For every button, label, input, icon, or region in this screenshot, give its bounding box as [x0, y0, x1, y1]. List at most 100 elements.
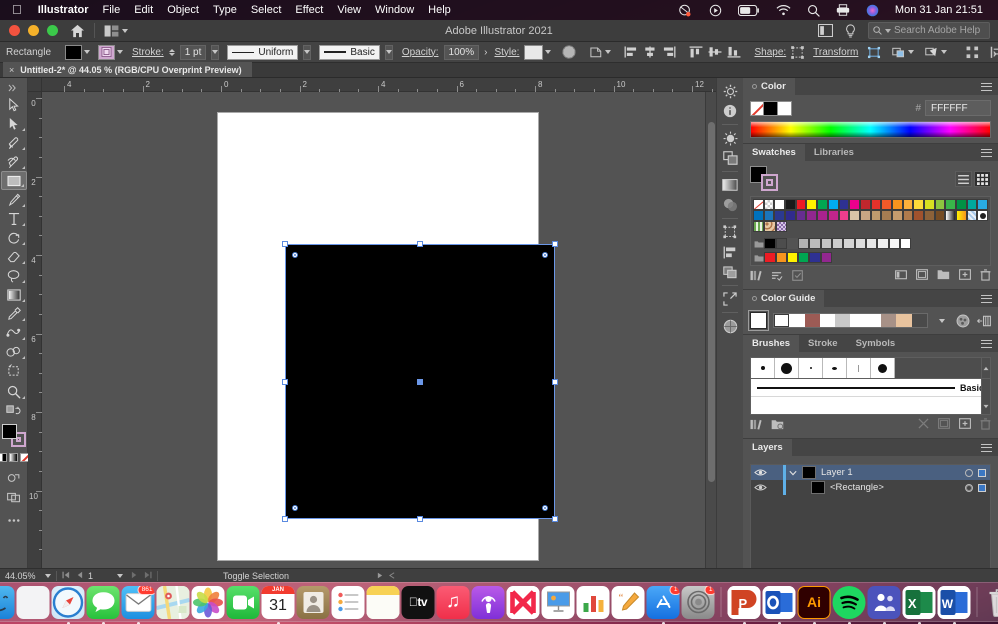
remove-brush-link-icon[interactable]	[918, 418, 929, 433]
dock-item-launchpad[interactable]	[17, 586, 50, 619]
color-spectrum-ramp[interactable]	[750, 121, 991, 138]
style-thumbnail[interactable]	[524, 45, 543, 60]
swatch-color[interactable]	[881, 199, 892, 210]
dock-item-excel[interactable]: X	[903, 586, 936, 619]
color-guide-harmony-strip[interactable]	[773, 313, 928, 328]
tab-stroke[interactable]: Stroke	[799, 335, 847, 352]
fill-color-swatch[interactable]	[2, 424, 17, 439]
tool-slice[interactable]	[1, 382, 27, 401]
artboards-panel-icon[interactable]	[719, 289, 741, 309]
edit-colors-icon[interactable]	[955, 313, 970, 328]
color-panel-icon[interactable]	[719, 128, 741, 148]
close-window-button[interactable]	[9, 25, 20, 36]
new-swatch-icon[interactable]	[959, 269, 971, 284]
tab-libraries[interactable]: Libraries	[805, 144, 863, 161]
swatch-color[interactable]	[796, 210, 807, 221]
chevron-down-icon[interactable]	[605, 50, 611, 54]
selection-handle[interactable]	[282, 379, 288, 385]
menu-item-help[interactable]: Help	[421, 0, 458, 20]
color-mode-icon[interactable]	[0, 453, 7, 462]
tool-selection[interactable]	[1, 95, 27, 114]
status-menu-icon[interactable]	[377, 571, 383, 581]
white-swatch[interactable]	[777, 101, 792, 116]
list-view-icon[interactable]	[955, 171, 972, 187]
tool-eyedropper[interactable]	[1, 304, 27, 323]
tool-type[interactable]	[1, 209, 27, 228]
hex-value-field[interactable]: FFFFFF	[925, 100, 991, 116]
dock-item-keynote[interactable]	[542, 586, 575, 619]
control-center-icon[interactable]	[701, 4, 730, 17]
chevron-down-icon[interactable]	[84, 50, 90, 54]
brush-preset[interactable]	[823, 358, 847, 378]
folder-icon[interactable]	[753, 252, 764, 263]
swatch-color[interactable]	[924, 210, 935, 221]
swatch-options-icon[interactable]	[792, 270, 804, 284]
brush-definition-field[interactable]: Basic	[319, 45, 379, 60]
dock-item-finder[interactable]	[0, 586, 15, 619]
artboard-navigation-next[interactable]	[131, 571, 152, 581]
dock-item-facetime[interactable]	[227, 586, 260, 619]
harmony-color[interactable]	[850, 314, 865, 327]
selection-handle[interactable]	[417, 516, 423, 522]
brush-presets-row[interactable]	[750, 357, 991, 379]
tab-color[interactable]: Color	[743, 78, 795, 95]
help-bulb-icon[interactable]	[843, 23, 858, 38]
printer-icon[interactable]	[828, 4, 858, 16]
swatch-color[interactable]	[967, 199, 978, 210]
scroll-area[interactable]	[42, 92, 716, 582]
stroke-color-swatch[interactable]	[761, 174, 778, 191]
brush-preset[interactable]	[847, 358, 871, 378]
folder-icon[interactable]	[753, 238, 764, 249]
corner-radius-widget[interactable]	[292, 505, 298, 511]
swatch-color[interactable]	[828, 210, 839, 221]
swatch-color[interactable]	[843, 238, 854, 249]
window-controls[interactable]	[0, 25, 58, 36]
swatch-color[interactable]	[796, 199, 807, 210]
swatch-color[interactable]	[881, 210, 892, 221]
stroke-profile-field[interactable]: Uniform	[227, 45, 298, 60]
close-icon[interactable]: ×	[9, 65, 14, 75]
zoom-level-value[interactable]: 44.05%	[0, 571, 45, 581]
new-folder-icon[interactable]	[937, 269, 950, 284]
swatch-color[interactable]	[809, 252, 820, 263]
stroke-profile-dropdown[interactable]	[303, 45, 311, 60]
selection-indicator-icon[interactable]	[978, 484, 986, 492]
swatch-color[interactable]	[903, 199, 914, 210]
swatch-gradient[interactable]	[945, 210, 956, 221]
harmony-color[interactable]	[912, 314, 927, 327]
swatch-color[interactable]	[866, 238, 877, 249]
swatch-color[interactable]	[849, 210, 860, 221]
brush-libraries-icon[interactable]	[750, 419, 762, 433]
harmony-color[interactable]	[881, 314, 896, 327]
swatch-color[interactable]	[839, 199, 850, 210]
swatch-color[interactable]	[817, 210, 828, 221]
last-artboard-icon[interactable]	[144, 571, 152, 581]
dock-item-podcasts[interactable]	[472, 586, 505, 619]
tool-symbol-sprayer[interactable]	[1, 342, 27, 361]
brush-preset[interactable]	[799, 358, 823, 378]
chevron-down-icon[interactable]	[941, 50, 947, 54]
brush-preset[interactable]	[751, 358, 775, 378]
brush-preset[interactable]	[871, 358, 895, 378]
target-indicator-icon[interactable]	[965, 469, 973, 477]
brush-scroll-down-arrow[interactable]	[983, 401, 989, 412]
swatch-color[interactable]	[839, 210, 850, 221]
maximize-window-button[interactable]	[47, 25, 58, 36]
chevron-down-icon[interactable]	[545, 50, 551, 54]
edit-toolbar-icon[interactable]	[1, 511, 27, 530]
align-bottom-icon[interactable]	[727, 45, 741, 60]
layer-name[interactable]: Layer 1	[821, 467, 853, 478]
panel-collapse-icon[interactable]	[752, 296, 757, 301]
shape-properties-icon[interactable]	[791, 45, 804, 60]
info-panel-icon[interactable]	[719, 101, 741, 121]
dock-item-powerpoint[interactable]: P	[728, 586, 761, 619]
wifi-icon[interactable]	[768, 4, 799, 16]
chevron-down-icon[interactable]	[117, 50, 123, 54]
panel-menu-icon[interactable]	[981, 290, 998, 307]
menu-item-file[interactable]: File	[95, 0, 127, 20]
selection-handle[interactable]	[417, 241, 423, 247]
harmony-color[interactable]	[774, 314, 789, 327]
tool-shaper[interactable]	[1, 401, 27, 420]
menu-item-type[interactable]: Type	[206, 0, 244, 20]
tab-brushes[interactable]: Brushes	[743, 335, 799, 352]
